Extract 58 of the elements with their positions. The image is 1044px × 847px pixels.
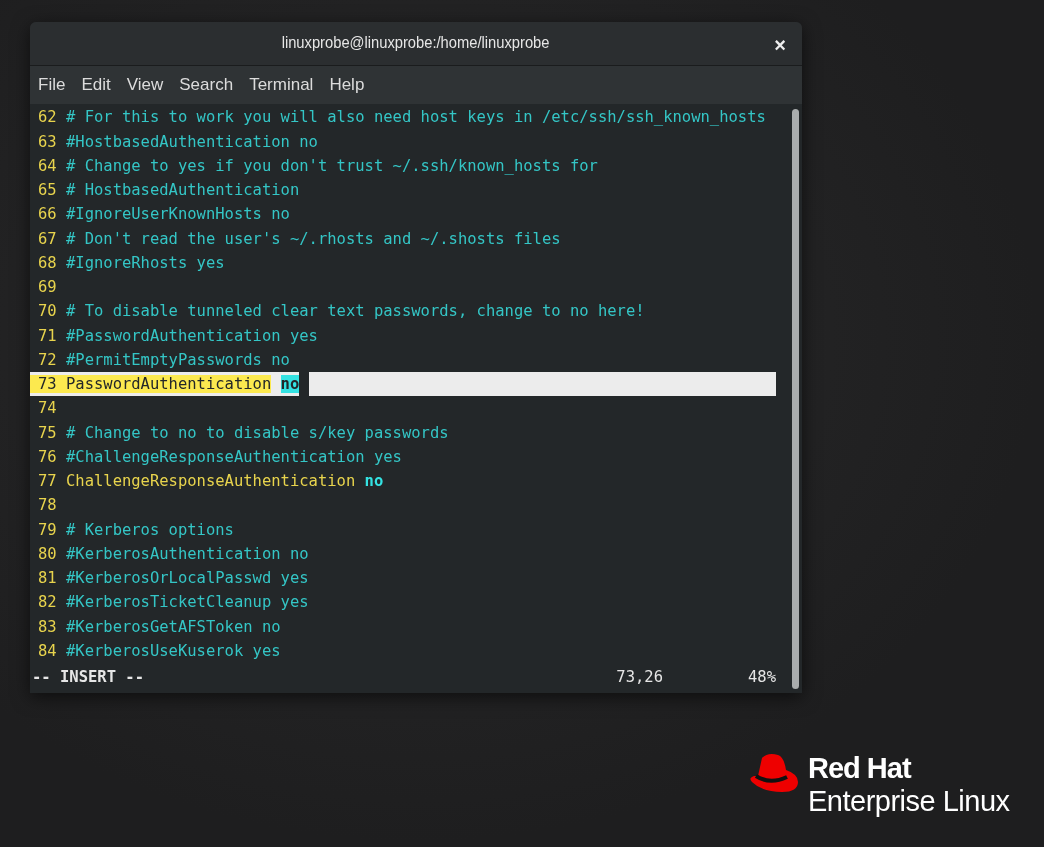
line-number: 72 [37,350,58,369]
config-value: no [364,472,384,491]
line-number: 82 [37,593,58,612]
menu-item[interactable]: Search [175,70,242,99]
brand-name: Red Hat [808,752,913,786]
config-key: ChallengeResponseAuthentication [65,472,356,491]
line-number: 75 [37,423,58,442]
line-number: 62 [37,108,58,127]
code-text: #ChallengeResponseAuthentication yes [65,447,402,466]
menu-item[interactable]: File [34,70,74,99]
line-number: 66 [37,205,58,224]
close-button[interactable]: × [768,33,792,57]
code-text: #PermitEmptyPasswords no [65,350,290,369]
code-text: # For this to work you will also need host keys in /etc/ssh/ssh_known_hosts [65,108,766,127]
menu-item[interactable]: Help [325,70,373,99]
code-text: # Change to yes if you don't trust ~/.ssh/known_hosts for [65,156,598,175]
config-key: PasswordAuthentication [65,375,272,394]
line-number: 68 [37,253,58,272]
config-value: no [280,375,300,394]
line-number: 65 [37,181,58,200]
code-text: #KerberosGetAFSToken no [65,617,281,636]
code-text: #IgnoreUserKnownHosts no [65,205,290,224]
menu-item[interactable]: Edit [77,70,119,99]
code-text: #KerberosOrLocalPasswd yes [65,569,309,588]
line-number: 70 [37,302,58,321]
line-number: 69 [37,278,58,297]
mode-indicator: -- INSERT -- [31,668,144,686]
code-text: #KerberosUseKuserok yes [65,641,281,660]
code-text: # HostbasedAuthentication [65,181,300,200]
line-number: 80 [37,544,58,563]
line-number: 77 [37,472,58,491]
code-text: #HostbasedAuthentication no [65,132,318,151]
product-name: Enterprise Linux [808,785,1010,819]
code-text: #KerberosTicketCleanup yes [65,593,309,612]
code-text: #KerberosAuthentication no [65,544,309,563]
line-number: 76 [37,447,58,466]
code-text: #IgnoreRhosts yes [65,253,225,272]
line-number: 73 [30,375,66,394]
line-number: 79 [37,520,58,539]
line-number: 74 [37,399,58,418]
code-text: #PasswordAuthentication yes [65,326,318,345]
line-number: 81 [37,569,58,588]
line-number: 67 [37,229,58,248]
window-title: linuxprobe@linuxprobe:/home/linuxprobe [282,34,550,53]
code-text: # To disable tunneled clear text passwords, change to no here! [65,302,645,321]
code-text: # Don't read the user's ~/.rhosts and ~/.shosts files [65,229,561,248]
line-number: 71 [37,326,58,345]
line-number: 84 [37,641,58,660]
code-text: # Kerberos options [65,520,234,539]
line-number: 63 [37,132,58,151]
menu-item[interactable]: View [122,70,172,99]
code-text: # Change to no to disable s/key passwords [65,423,449,442]
line-number: 78 [37,496,58,515]
scroll-percent: 48% [748,668,776,686]
menu-item[interactable]: Terminal [245,70,322,99]
line-number: 64 [37,156,58,175]
cursor-position: 73,26 [616,668,663,686]
line-number: 83 [37,617,58,636]
